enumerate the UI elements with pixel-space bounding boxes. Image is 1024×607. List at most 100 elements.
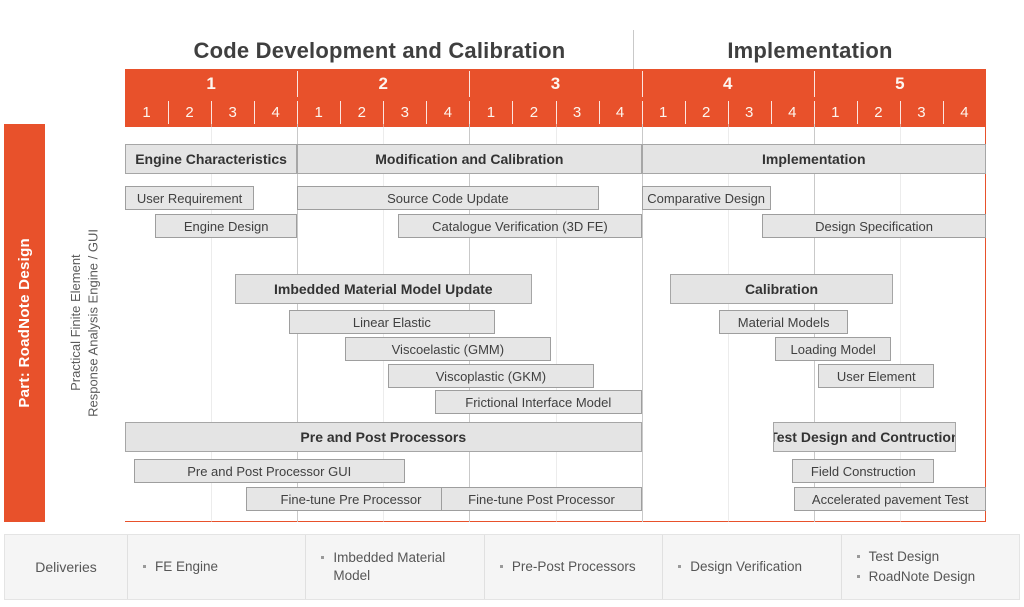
timeline-quarter-19: 3 [917, 104, 926, 121]
timeline-quarter-15: 3 [745, 104, 754, 121]
quarter-tick [727, 101, 729, 124]
deliveries-label: Deliveries [5, 535, 128, 599]
part-label: Part: RoadNote Design [16, 238, 33, 408]
timeline-quarter-7: 3 [400, 104, 409, 121]
task-group-bar[interactable]: Calibration [669, 274, 894, 304]
quarter-tick [770, 101, 772, 124]
task-group-bar[interactable]: Engine Characteristics [125, 144, 298, 174]
quarter-tick [254, 101, 256, 124]
quarter-tick [512, 101, 514, 124]
stream-label: Practical Finite Element Response Analys… [68, 229, 101, 417]
task-bar[interactable]: Pre and Post Processor GUI [133, 459, 405, 483]
delivery-item: Test Design [856, 548, 1009, 566]
task-bar[interactable]: Material Models [719, 310, 849, 334]
task-bar[interactable]: Comparative Design [641, 186, 771, 210]
quarter-tick [383, 101, 385, 124]
timeline-year-2: 2 [378, 73, 389, 93]
timeline-quarter-17: 1 [831, 104, 840, 121]
task-bar[interactable]: Catalogue Verification (3D FE) [398, 214, 642, 238]
timeline-quarter-20: 4 [960, 104, 969, 121]
roadmap-diagram: Code Development and Calibration Implemen… [0, 0, 1024, 607]
task-bar[interactable]: Fine-tune Post Processor [441, 487, 642, 511]
year-tick [641, 71, 643, 97]
deliveries-cell-3: Pre-Post Processors [485, 535, 664, 599]
task-group-bar[interactable]: Test Design and Contruction [772, 422, 956, 452]
task-bar[interactable]: Design Specification [762, 214, 986, 238]
task-group-bar[interactable]: Implementation [641, 144, 986, 174]
timeline-year-4: 4 [722, 73, 733, 93]
timeline-quarter-9: 1 [486, 104, 496, 121]
task-bar[interactable]: Viscoelastic (GMM) [344, 337, 552, 361]
timeline-quarter-1: 1 [142, 104, 151, 121]
timeline-quarter-18: 2 [874, 104, 883, 121]
timeline-quarter-5: 1 [314, 104, 323, 121]
timeline-quarter-4: 4 [271, 104, 280, 121]
task-bar[interactable]: User Requirement [125, 186, 255, 210]
deliveries-columns: FE Engine Imbedded Material Model Pre-Post… [128, 535, 1019, 599]
task-bar[interactable]: User Element [818, 364, 935, 388]
delivery-item: Design Verification [677, 558, 830, 576]
delivery-item: Pre-Post Processors [499, 558, 652, 576]
timeline-year-3: 3 [550, 73, 561, 93]
part-label-block: Part: RoadNote Design [4, 124, 45, 522]
delivery-item: FE Engine [142, 558, 295, 576]
timeline-quarter-14: 2 [701, 104, 711, 121]
delivery-item: RoadNote Design [856, 568, 1009, 586]
task-bar[interactable]: Linear Elastic [288, 310, 496, 334]
quarter-tick [168, 101, 170, 124]
quarter-tick [684, 101, 686, 124]
deliveries-cell-2: Imbedded Material Model [306, 535, 485, 599]
year-tick [297, 71, 299, 97]
timeline-year-row: 1 2 3 4 5 [125, 69, 986, 98]
timeline-quarter-6: 2 [357, 104, 366, 121]
deliveries-cell-5: Test Design RoadNote Design [842, 535, 1019, 599]
timeline-header: 12345 12341234123412341234 [125, 69, 986, 127]
timeline-quarter-11: 3 [572, 104, 582, 121]
task-bar[interactable]: Accelerated pavement Test [794, 487, 986, 511]
timeline-quarter-16: 4 [788, 104, 797, 121]
timeline-quarter-8: 4 [443, 104, 453, 121]
phase-title-2: Implementation [727, 38, 893, 63]
task-bar[interactable]: Source Code Update [297, 186, 599, 210]
quarter-tick [813, 101, 815, 124]
timeline-year-5: 5 [895, 73, 905, 93]
task-bar[interactable]: Viscoplastic (GKM) [387, 364, 595, 388]
quarter-tick [899, 101, 901, 124]
quarter-tick [297, 101, 299, 124]
task-group-bar[interactable]: Imbedded Material Model Update [234, 274, 532, 304]
timeline-quarter-12: 4 [615, 104, 625, 121]
task-bar[interactable]: Frictional Interface Model [434, 390, 642, 414]
phase-title-1: Code Development and Calibration [193, 38, 566, 63]
timeline-year-1: 1 [206, 73, 216, 93]
deliveries-cell-4: Design Verification [663, 535, 842, 599]
quarter-tick [340, 101, 342, 124]
gantt-plot-area: Engine Characteristics Modification and C… [125, 124, 986, 522]
quarter-tick [598, 101, 600, 124]
quarter-tick [856, 101, 858, 124]
delivery-item: Imbedded Material Model [320, 549, 473, 584]
task-bar[interactable]: Fine-tune Pre Processor [245, 487, 457, 511]
year-tick [469, 71, 471, 97]
phase-divider [633, 30, 634, 70]
quarter-tick [942, 101, 944, 124]
timeline-quarter-2: 2 [185, 104, 194, 121]
timeline-quarter-13: 1 [658, 104, 668, 121]
gridline-quarter-10 [555, 124, 557, 522]
task-bar[interactable]: Engine Design [155, 214, 298, 238]
task-bar[interactable]: Loading Model [775, 337, 892, 361]
quarter-tick [211, 101, 213, 124]
quarter-tick [469, 101, 471, 124]
quarter-tick [555, 101, 557, 124]
stream-label-block: Practical Finite Element Response Analys… [45, 124, 125, 522]
task-group-bar[interactable]: Modification and Calibration [297, 144, 642, 174]
quarter-tick [641, 101, 643, 124]
timeline-quarter-3: 3 [228, 104, 237, 121]
year-tick [813, 71, 815, 97]
deliveries-footer: Deliveries FE Engine Imbedded Material Mo… [4, 534, 1020, 600]
task-group-bar[interactable]: Pre and Post Processors [125, 422, 642, 452]
quarter-tick [426, 101, 428, 124]
deliveries-cell-1: FE Engine [128, 535, 307, 599]
gridline-year-3 [641, 124, 643, 522]
task-bar[interactable]: Field Construction [792, 459, 935, 483]
timeline-quarter-10: 2 [529, 104, 539, 121]
